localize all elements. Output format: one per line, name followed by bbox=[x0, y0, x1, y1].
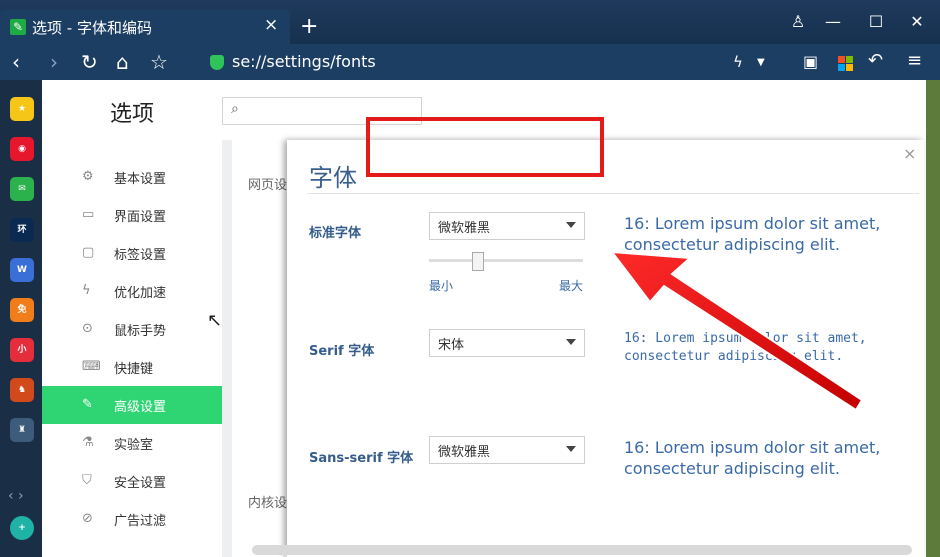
watermark-logo: Baidu经验 bbox=[720, 476, 877, 511]
watermark-url: jingyan.baidu.com bbox=[727, 513, 847, 528]
